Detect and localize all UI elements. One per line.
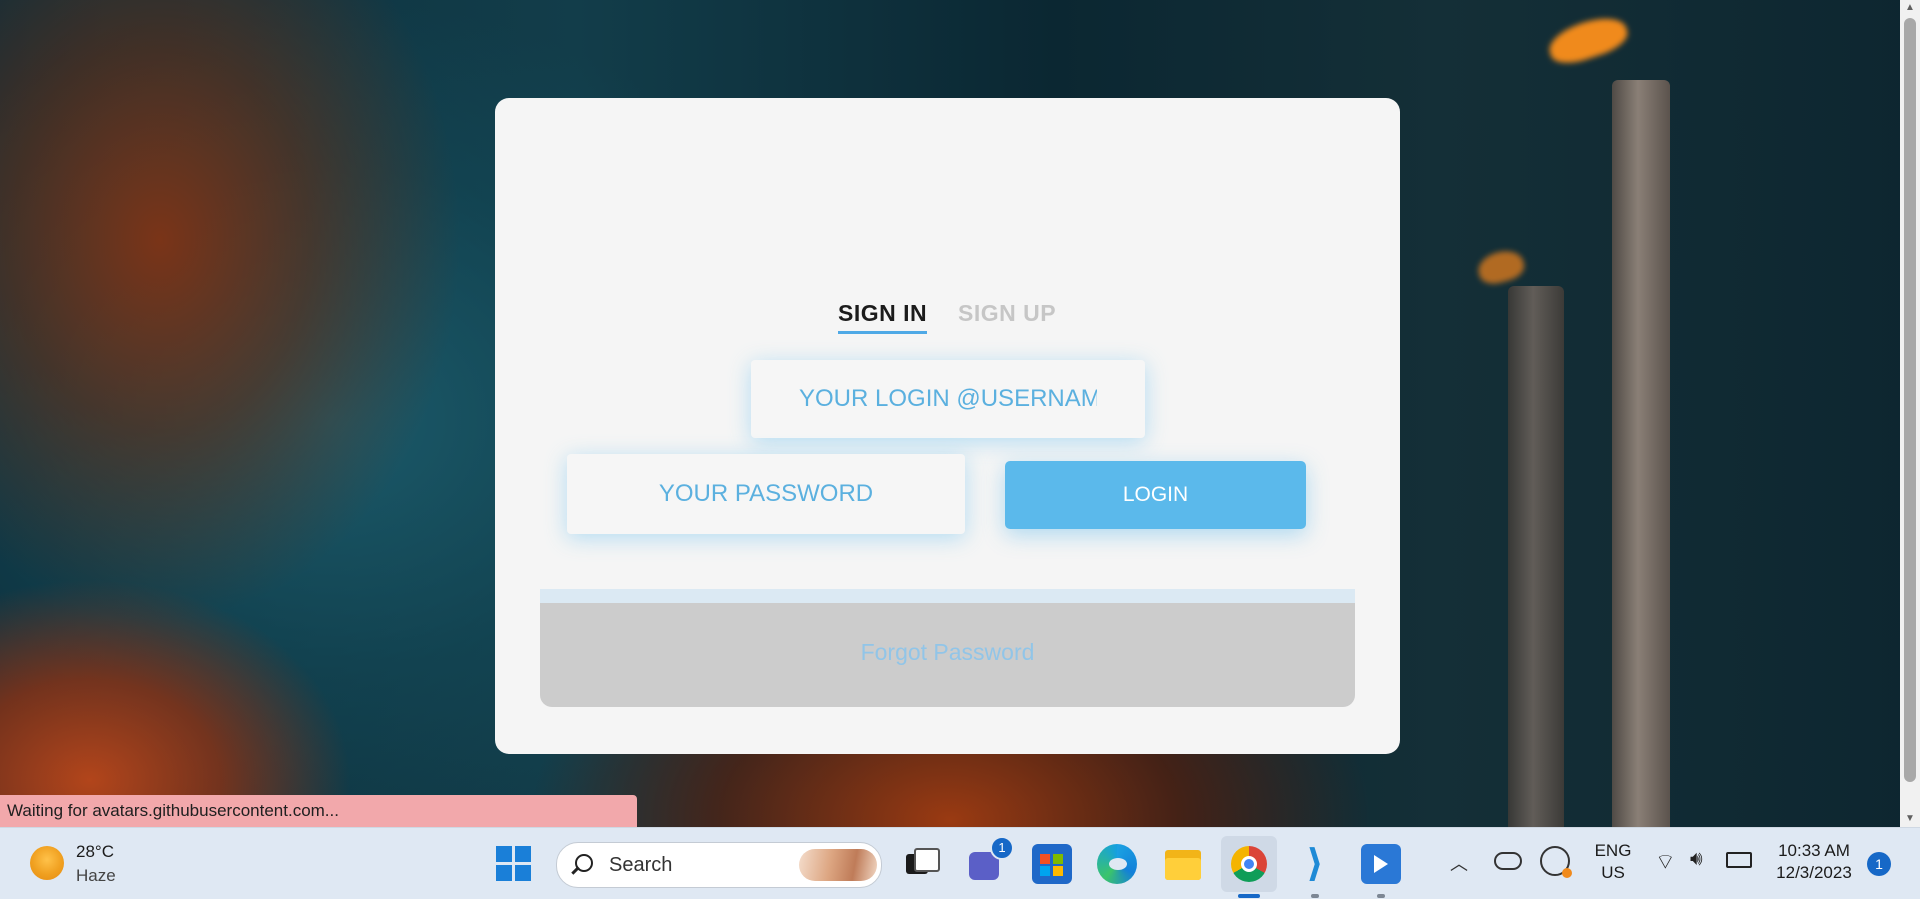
scrollbar-thumb[interactable] [1904, 18, 1916, 782]
browser-status-bar: Waiting for avatars.githubusercontent.co… [0, 795, 637, 827]
forgot-panel: Forgot Password [540, 603, 1355, 707]
language-indicator[interactable]: ENG US [1590, 840, 1636, 884]
search-label: Search [609, 853, 673, 876]
weather-temperature[interactable]: 28°C [76, 842, 114, 862]
tab-sign-in[interactable]: SIGN IN [838, 300, 928, 334]
running-indicator [1377, 894, 1385, 898]
show-hidden-icons-chevron-icon[interactable]: ︿ [1450, 850, 1468, 876]
clock-date: 12/3/2023 [1776, 863, 1852, 882]
taskbar-search-box[interactable]: Search [556, 842, 882, 888]
page-viewport: SIGN IN SIGN UP Login Page: Please Enter… [0, 0, 1920, 827]
candle [1612, 80, 1670, 827]
windows-taskbar: 28°C Haze Search 1 ⟩ ︿ ENG US ⌔ 🔊︎ 10:33… [0, 827, 1920, 899]
forgot-strip [540, 589, 1355, 603]
chrome-icon [1231, 846, 1267, 882]
edge-browser-icon[interactable] [1097, 844, 1137, 884]
teams-chat-icon[interactable]: 1 [965, 836, 1014, 884]
onedrive-cloud-icon[interactable] [1494, 852, 1522, 870]
lang-line-2: US [1601, 863, 1625, 882]
page-scrollbar[interactable]: ▲ ▼ [1900, 0, 1920, 827]
chrome-taskbar-button[interactable] [1221, 836, 1277, 892]
auth-card: SIGN IN SIGN UP Login Page: Please Enter… [495, 98, 1400, 754]
search-icon [575, 854, 593, 872]
volume-icon[interactable]: 🔊︎ [1690, 848, 1703, 871]
system-clock[interactable]: 10:33 AM 12/3/2023 [1770, 840, 1858, 884]
notification-badge[interactable]: 1 [1867, 852, 1891, 876]
active-app-indicator [1238, 894, 1260, 898]
candle-flame [1474, 246, 1528, 288]
search-highlight-art [799, 849, 877, 881]
password-input[interactable] [567, 454, 965, 534]
media-player-icon[interactable] [1361, 844, 1401, 884]
sync-icon[interactable] [1540, 846, 1572, 878]
forgot-password-link[interactable]: Forgot Password [540, 639, 1355, 666]
candle-flame [1544, 10, 1632, 70]
wifi-icon[interactable]: ⌔ [1655, 848, 1676, 876]
clock-time: 10:33 AM [1778, 841, 1850, 860]
file-explorer-icon[interactable] [1163, 844, 1203, 884]
weather-haze-icon[interactable] [30, 846, 64, 880]
scroll-down-arrow-icon[interactable]: ▼ [1900, 811, 1920, 827]
tab-sign-up[interactable]: SIGN UP [958, 300, 1056, 331]
windows-start-icon[interactable] [496, 846, 532, 882]
lang-line-1: ENG [1594, 841, 1632, 860]
task-view-icon[interactable] [900, 844, 940, 884]
weather-description[interactable]: Haze [76, 866, 116, 886]
microsoft-store-icon[interactable] [1032, 844, 1072, 884]
vscode-icon[interactable]: ⟩ [1295, 844, 1335, 884]
username-input[interactable] [751, 360, 1145, 438]
scroll-up-arrow-icon[interactable]: ▲ [1900, 0, 1920, 16]
candle [1508, 286, 1564, 827]
login-button[interactable]: LOGIN [1005, 461, 1306, 529]
teams-badge: 1 [990, 836, 1014, 860]
running-indicator [1311, 894, 1319, 898]
battery-icon[interactable] [1726, 852, 1752, 868]
